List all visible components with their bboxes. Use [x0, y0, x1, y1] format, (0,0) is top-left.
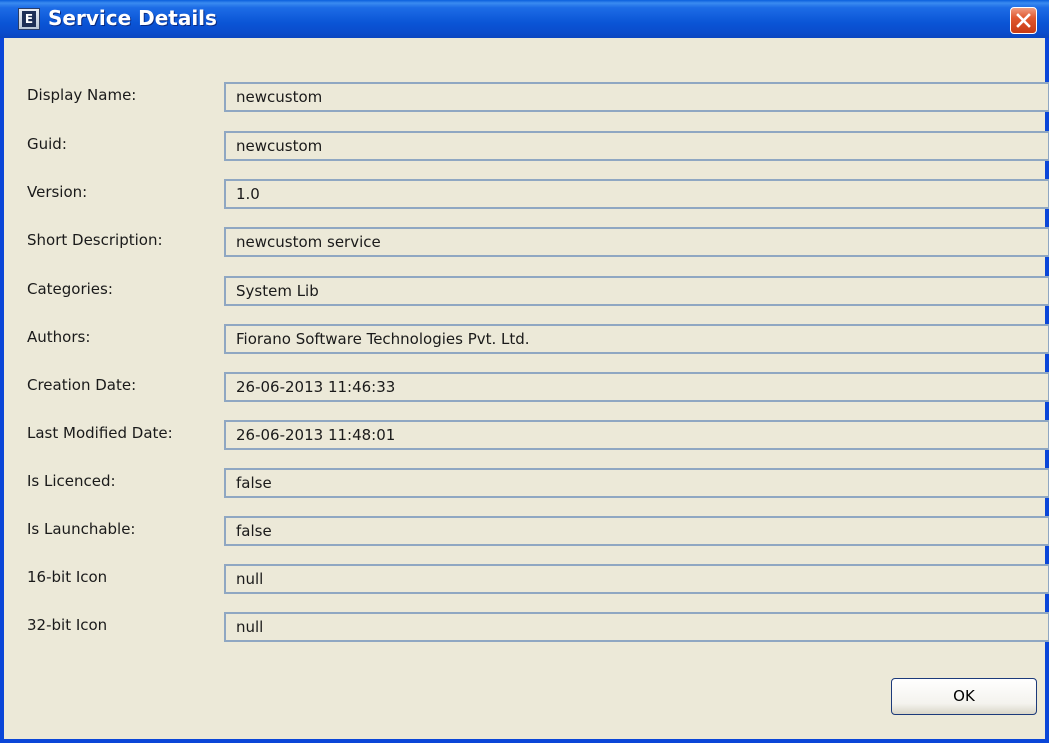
authors-field[interactable]: Fiorano Software Technologies Pvt. Ltd. — [224, 324, 1049, 354]
guid-label: Guid: — [27, 135, 67, 153]
title-bar[interactable]: E Service Details — [0, 0, 1049, 38]
categories-field[interactable]: System Lib — [224, 276, 1049, 306]
close-icon — [1016, 13, 1031, 28]
icon-32-label: 32-bit Icon — [27, 616, 108, 634]
icon-32-field[interactable]: null — [224, 612, 1049, 642]
window-title: Service Details — [48, 6, 217, 30]
icon-16-label: 16-bit Icon — [27, 568, 108, 586]
fiorano-app-icon: E — [18, 8, 40, 30]
app-icon-letter: E — [22, 11, 36, 27]
short-description-label: Short Description: — [27, 231, 163, 249]
display-name-label: Display Name: — [27, 86, 137, 104]
display-name-field[interactable]: newcustom — [224, 82, 1049, 112]
authors-label: Authors: — [27, 328, 91, 346]
is-launchable-label: Is Launchable: — [27, 520, 136, 538]
is-licenced-label: Is Licenced: — [27, 472, 116, 490]
creation-date-field[interactable]: 26-06-2013 11:46:33 — [224, 372, 1049, 402]
is-launchable-field[interactable]: false — [224, 516, 1049, 546]
categories-label: Categories: — [27, 280, 113, 298]
last-modified-date-field[interactable]: 26-06-2013 11:48:01 — [224, 420, 1049, 450]
version-field[interactable]: 1.0 — [224, 179, 1049, 209]
is-licenced-field[interactable]: false — [224, 468, 1049, 498]
guid-field[interactable]: newcustom — [224, 131, 1049, 161]
icon-16-field[interactable]: null — [224, 564, 1049, 594]
service-details-dialog: E Service Details Display Name: newcusto… — [0, 0, 1049, 743]
ok-button[interactable]: OK — [891, 678, 1037, 715]
short-description-field[interactable]: newcustom service — [224, 227, 1049, 257]
version-label: Version: — [27, 183, 88, 201]
creation-date-label: Creation Date: — [27, 376, 137, 394]
close-button[interactable] — [1010, 7, 1037, 34]
last-modified-date-label: Last Modified Date: — [27, 424, 173, 442]
